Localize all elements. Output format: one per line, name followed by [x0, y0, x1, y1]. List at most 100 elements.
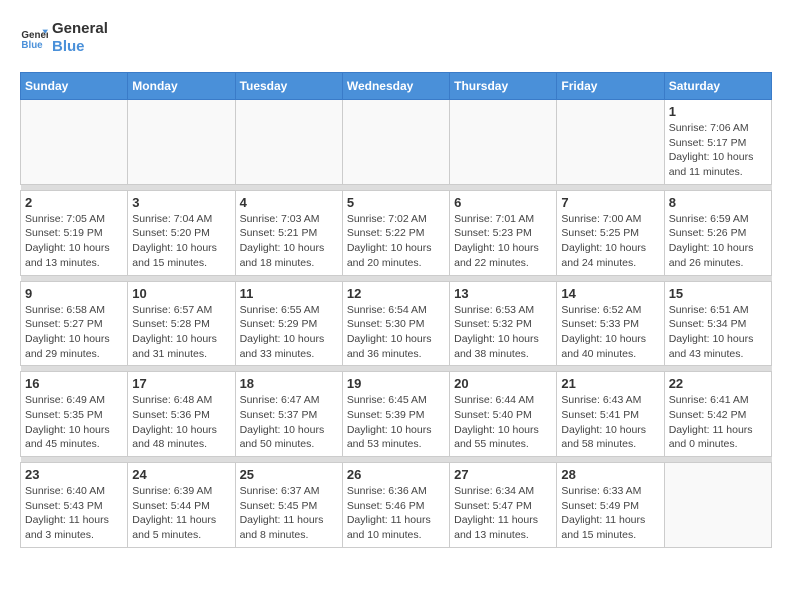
- week-row-3: 16 Sunrise: 6:49 AM Sunset: 5:35 PM Dayli…: [21, 372, 772, 457]
- calendar-cell: 26 Sunrise: 6:36 AM Sunset: 5:46 PM Dayli…: [342, 463, 449, 548]
- day-info: Sunrise: 6:36 AM Sunset: 5:46 PM Dayligh…: [347, 484, 445, 543]
- logo-blue: Blue: [52, 38, 108, 56]
- calendar-cell: 6 Sunrise: 7:01 AM Sunset: 5:23 PM Daylig…: [450, 190, 557, 275]
- logo-general: General: [52, 20, 108, 38]
- day-info: Sunrise: 6:44 AM Sunset: 5:40 PM Dayligh…: [454, 393, 552, 452]
- day-number: 21: [561, 376, 659, 391]
- calendar-cell: 20 Sunrise: 6:44 AM Sunset: 5:40 PM Dayli…: [450, 372, 557, 457]
- weekday-header-friday: Friday: [557, 73, 664, 100]
- weekday-header-tuesday: Tuesday: [235, 73, 342, 100]
- day-number: 17: [132, 376, 230, 391]
- day-info: Sunrise: 6:59 AM Sunset: 5:26 PM Dayligh…: [669, 212, 767, 271]
- calendar-cell: 16 Sunrise: 6:49 AM Sunset: 5:35 PM Dayli…: [21, 372, 128, 457]
- calendar-cell: [664, 463, 771, 548]
- day-info: Sunrise: 6:55 AM Sunset: 5:29 PM Dayligh…: [240, 303, 338, 362]
- weekday-header-wednesday: Wednesday: [342, 73, 449, 100]
- calendar-cell: [342, 100, 449, 185]
- day-info: Sunrise: 7:02 AM Sunset: 5:22 PM Dayligh…: [347, 212, 445, 271]
- day-info: Sunrise: 6:51 AM Sunset: 5:34 PM Dayligh…: [669, 303, 767, 362]
- day-number: 6: [454, 195, 552, 210]
- weekday-header-row: SundayMondayTuesdayWednesdayThursdayFrid…: [21, 73, 772, 100]
- day-number: 14: [561, 286, 659, 301]
- day-info: Sunrise: 7:06 AM Sunset: 5:17 PM Dayligh…: [669, 121, 767, 180]
- day-info: Sunrise: 6:33 AM Sunset: 5:49 PM Dayligh…: [561, 484, 659, 543]
- day-info: Sunrise: 6:45 AM Sunset: 5:39 PM Dayligh…: [347, 393, 445, 452]
- day-info: Sunrise: 7:04 AM Sunset: 5:20 PM Dayligh…: [132, 212, 230, 271]
- day-info: Sunrise: 6:58 AM Sunset: 5:27 PM Dayligh…: [25, 303, 123, 362]
- calendar: SundayMondayTuesdayWednesdayThursdayFrid…: [20, 72, 772, 548]
- day-info: Sunrise: 6:39 AM Sunset: 5:44 PM Dayligh…: [132, 484, 230, 543]
- day-info: Sunrise: 6:40 AM Sunset: 5:43 PM Dayligh…: [25, 484, 123, 543]
- day-info: Sunrise: 6:49 AM Sunset: 5:35 PM Dayligh…: [25, 393, 123, 452]
- day-info: Sunrise: 7:03 AM Sunset: 5:21 PM Dayligh…: [240, 212, 338, 271]
- week-row-2: 9Sunrise: 6:58 AM Sunset: 5:27 PM Daylig…: [21, 281, 772, 366]
- day-number: 15: [669, 286, 767, 301]
- week-row-1: 2Sunrise: 7:05 AM Sunset: 5:19 PM Daylig…: [21, 190, 772, 275]
- day-number: 24: [132, 467, 230, 482]
- calendar-cell: 24 Sunrise: 6:39 AM Sunset: 5:44 PM Dayli…: [128, 463, 235, 548]
- calendar-cell: 9Sunrise: 6:58 AM Sunset: 5:27 PM Daylig…: [21, 281, 128, 366]
- logo-icon: General Blue: [20, 24, 48, 52]
- calendar-cell: 15 Sunrise: 6:51 AM Sunset: 5:34 PM Dayli…: [664, 281, 771, 366]
- calendar-cell: 10 Sunrise: 6:57 AM Sunset: 5:28 PM Dayli…: [128, 281, 235, 366]
- day-info: Sunrise: 7:00 AM Sunset: 5:25 PM Dayligh…: [561, 212, 659, 271]
- calendar-cell: 17 Sunrise: 6:48 AM Sunset: 5:36 PM Dayli…: [128, 372, 235, 457]
- day-number: 19: [347, 376, 445, 391]
- logo: General Blue General Blue: [20, 20, 108, 56]
- day-number: 26: [347, 467, 445, 482]
- calendar-cell: 28 Sunrise: 6:33 AM Sunset: 5:49 PM Dayli…: [557, 463, 664, 548]
- day-number: 27: [454, 467, 552, 482]
- day-info: Sunrise: 6:48 AM Sunset: 5:36 PM Dayligh…: [132, 393, 230, 452]
- calendar-cell: 19 Sunrise: 6:45 AM Sunset: 5:39 PM Dayli…: [342, 372, 449, 457]
- day-info: Sunrise: 6:47 AM Sunset: 5:37 PM Dayligh…: [240, 393, 338, 452]
- calendar-cell: 25 Sunrise: 6:37 AM Sunset: 5:45 PM Dayli…: [235, 463, 342, 548]
- day-number: 3: [132, 195, 230, 210]
- calendar-cell: [450, 100, 557, 185]
- week-row-4: 23 Sunrise: 6:40 AM Sunset: 5:43 PM Dayli…: [21, 463, 772, 548]
- day-number: 12: [347, 286, 445, 301]
- day-number: 25: [240, 467, 338, 482]
- day-info: Sunrise: 6:53 AM Sunset: 5:32 PM Dayligh…: [454, 303, 552, 362]
- calendar-cell: [128, 100, 235, 185]
- day-info: Sunrise: 6:57 AM Sunset: 5:28 PM Dayligh…: [132, 303, 230, 362]
- day-number: 8: [669, 195, 767, 210]
- week-row-0: 1 Sunrise: 7:06 AM Sunset: 5:17 PM Daylig…: [21, 100, 772, 185]
- calendar-cell: [21, 100, 128, 185]
- day-number: 7: [561, 195, 659, 210]
- calendar-cell: 2Sunrise: 7:05 AM Sunset: 5:19 PM Daylig…: [21, 190, 128, 275]
- day-number: 20: [454, 376, 552, 391]
- day-number: 22: [669, 376, 767, 391]
- calendar-cell: [235, 100, 342, 185]
- header: General Blue General Blue: [20, 20, 772, 56]
- calendar-cell: 13 Sunrise: 6:53 AM Sunset: 5:32 PM Dayli…: [450, 281, 557, 366]
- calendar-cell: 8 Sunrise: 6:59 AM Sunset: 5:26 PM Daylig…: [664, 190, 771, 275]
- weekday-header-thursday: Thursday: [450, 73, 557, 100]
- day-info: Sunrise: 6:34 AM Sunset: 5:47 PM Dayligh…: [454, 484, 552, 543]
- calendar-cell: 11 Sunrise: 6:55 AM Sunset: 5:29 PM Dayli…: [235, 281, 342, 366]
- day-info: Sunrise: 6:54 AM Sunset: 5:30 PM Dayligh…: [347, 303, 445, 362]
- day-number: 18: [240, 376, 338, 391]
- calendar-cell: 4 Sunrise: 7:03 AM Sunset: 5:21 PM Daylig…: [235, 190, 342, 275]
- day-number: 28: [561, 467, 659, 482]
- day-number: 23: [25, 467, 123, 482]
- day-number: 1: [669, 104, 767, 119]
- day-info: Sunrise: 6:37 AM Sunset: 5:45 PM Dayligh…: [240, 484, 338, 543]
- calendar-cell: 7 Sunrise: 7:00 AM Sunset: 5:25 PM Daylig…: [557, 190, 664, 275]
- weekday-header-monday: Monday: [128, 73, 235, 100]
- day-number: 2: [25, 195, 123, 210]
- calendar-cell: 18 Sunrise: 6:47 AM Sunset: 5:37 PM Dayli…: [235, 372, 342, 457]
- calendar-cell: 1 Sunrise: 7:06 AM Sunset: 5:17 PM Daylig…: [664, 100, 771, 185]
- day-number: 10: [132, 286, 230, 301]
- day-number: 16: [25, 376, 123, 391]
- calendar-cell: 22Sunrise: 6:41 AM Sunset: 5:42 PM Dayli…: [664, 372, 771, 457]
- svg-text:Blue: Blue: [21, 40, 43, 51]
- calendar-cell: 5Sunrise: 7:02 AM Sunset: 5:22 PM Daylig…: [342, 190, 449, 275]
- day-info: Sunrise: 6:43 AM Sunset: 5:41 PM Dayligh…: [561, 393, 659, 452]
- day-info: Sunrise: 7:01 AM Sunset: 5:23 PM Dayligh…: [454, 212, 552, 271]
- calendar-cell: 14Sunrise: 6:52 AM Sunset: 5:33 PM Dayli…: [557, 281, 664, 366]
- day-number: 4: [240, 195, 338, 210]
- day-number: 11: [240, 286, 338, 301]
- day-number: 13: [454, 286, 552, 301]
- calendar-cell: [557, 100, 664, 185]
- calendar-cell: 21 Sunrise: 6:43 AM Sunset: 5:41 PM Dayli…: [557, 372, 664, 457]
